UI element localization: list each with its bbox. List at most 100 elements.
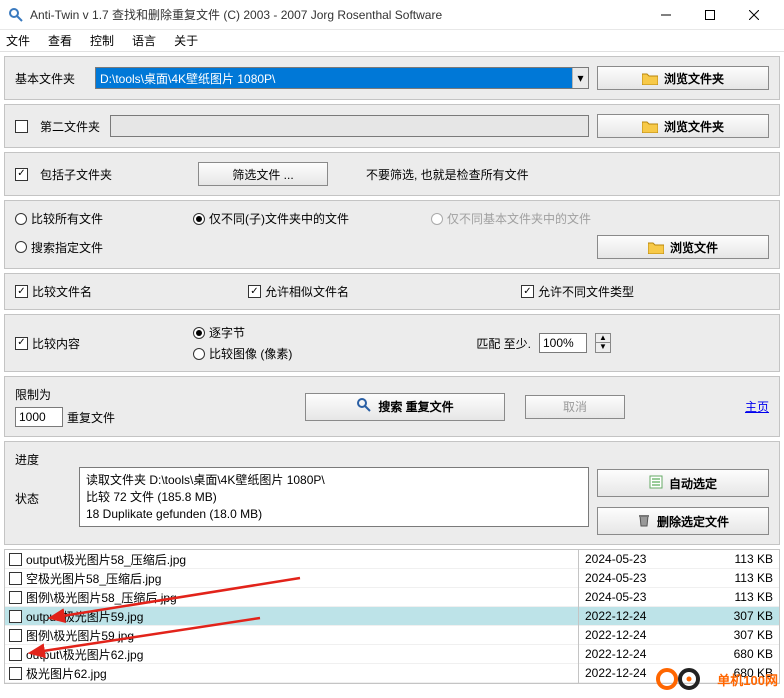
second-folder-input[interactable] xyxy=(110,115,589,137)
base-folder-label: 基本文件夹 xyxy=(15,70,87,87)
table-row[interactable]: 2022-12-24 307 KB xyxy=(579,607,779,626)
file-date: 2022-12-24 xyxy=(585,628,646,642)
include-sub-checkbox[interactable] xyxy=(15,168,28,181)
spin-down[interactable]: ▼ xyxy=(595,343,611,353)
compare-name-checkbox[interactable] xyxy=(15,285,28,298)
file-name: output\极光图片58_压缩后.jpg xyxy=(26,551,186,568)
radio-specify[interactable] xyxy=(15,241,27,253)
file-name: output\极光图片59.jpg xyxy=(26,608,143,625)
include-sub-label: 包括子文件夹 xyxy=(40,166,190,183)
section-subfolder: 包括子文件夹 筛选文件 ... 不要筛选, 也就是检查所有文件 xyxy=(4,152,780,196)
row-checkbox[interactable] xyxy=(9,648,22,661)
file-date: 2022-12-24 xyxy=(585,647,646,661)
delete-selected-button[interactable]: 删除选定文件 xyxy=(597,507,769,535)
radio-bybyte[interactable] xyxy=(193,327,205,339)
filter-files-button[interactable]: 筛选文件 ... xyxy=(198,162,328,186)
limit-input[interactable] xyxy=(15,407,63,427)
limit-label: 限制为 xyxy=(15,386,185,403)
watermark: 单机100网 xyxy=(655,664,778,694)
radio-byimg[interactable] xyxy=(193,348,205,360)
table-row[interactable]: 图例\极光图片59.jpg xyxy=(5,626,578,645)
row-checkbox[interactable] xyxy=(9,591,22,604)
close-button[interactable] xyxy=(732,1,776,29)
browse-file-button[interactable]: 浏览文件 xyxy=(597,235,769,259)
radio-sub-only[interactable] xyxy=(193,213,205,225)
table-row[interactable]: 图例\极光图片58_压缩后.jpg xyxy=(5,588,578,607)
section-status: 进度 状态 读取文件夹 D:\tools\桌面\4K壁纸图片 1080P\ 比较… xyxy=(4,441,780,545)
table-row[interactable]: 2024-05-23 113 KB xyxy=(579,550,779,569)
search-icon xyxy=(356,397,372,416)
window-title: Anti-Twin v 1.7 查找和删除重复文件 (C) 2003 - 200… xyxy=(30,6,644,23)
row-checkbox[interactable] xyxy=(9,667,22,680)
row-checkbox[interactable] xyxy=(9,572,22,585)
base-folder-combo[interactable]: D:\tools\桌面\4K壁纸图片 1080P\ ▾ xyxy=(95,67,589,89)
search-button[interactable]: 搜索 重复文件 xyxy=(305,393,505,421)
file-name: 图例\极光图片58_压缩后.jpg xyxy=(26,589,177,606)
folder-icon xyxy=(642,72,658,85)
row-checkbox[interactable] xyxy=(9,553,22,566)
second-folder-label: 第二文件夹 xyxy=(40,118,102,135)
table-row[interactable]: output\极光图片58_压缩后.jpg xyxy=(5,550,578,569)
table-row[interactable]: 极光图片62.jpg xyxy=(5,664,578,683)
file-date: 2024-05-23 xyxy=(585,552,646,566)
table-row[interactable]: 空极光图片58_压缩后.jpg xyxy=(5,569,578,588)
filter-note: 不要筛选, 也就是检查所有文件 xyxy=(366,166,529,183)
auto-select-button[interactable]: 自动选定 xyxy=(597,469,769,497)
file-name: 极光图片62.jpg xyxy=(26,665,107,682)
minimize-button[interactable] xyxy=(644,1,688,29)
menu-view[interactable]: 查看 xyxy=(48,32,72,49)
file-name: 图例\极光图片59.jpg xyxy=(26,627,134,644)
compare-content-checkbox[interactable] xyxy=(15,337,28,350)
app-icon xyxy=(8,7,24,23)
progress-label: 进度 xyxy=(15,451,71,468)
second-folder-checkbox[interactable] xyxy=(15,120,28,133)
browse-second-button[interactable]: 浏览文件夹 xyxy=(597,114,769,138)
similar-name-checkbox[interactable] xyxy=(248,285,261,298)
browse-base-button[interactable]: 浏览文件夹 xyxy=(597,66,769,90)
row-checkbox[interactable] xyxy=(9,610,22,623)
maximize-button[interactable] xyxy=(688,1,732,29)
trash-icon xyxy=(637,513,651,530)
file-size: 113 KB xyxy=(735,552,773,566)
file-name: output\极光图片62.jpg xyxy=(26,646,143,663)
file-date: 2022-12-24 xyxy=(585,666,646,680)
file-size: 113 KB xyxy=(735,590,773,604)
table-row[interactable]: output\极光图片59.jpg xyxy=(5,607,578,626)
table-row[interactable]: 2024-05-23113 KB xyxy=(579,569,779,588)
titlebar: Anti-Twin v 1.7 查找和删除重复文件 (C) 2003 - 200… xyxy=(0,0,784,30)
menu-file[interactable]: 文件 xyxy=(6,32,30,49)
table-row[interactable]: 2022-12-24 307 KB xyxy=(579,626,779,645)
section-base-folder: 基本文件夹 D:\tools\桌面\4K壁纸图片 1080P\ ▾ 浏览文件夹 xyxy=(4,56,780,100)
status-label: 状态 xyxy=(15,490,71,507)
row-checkbox[interactable] xyxy=(9,629,22,642)
file-size: 307 KB xyxy=(734,628,773,642)
radio-base-only xyxy=(431,213,443,225)
diff-type-checkbox[interactable] xyxy=(521,285,534,298)
file-date: 2024-05-23 xyxy=(585,590,646,604)
menu-about[interactable]: 关于 xyxy=(174,32,198,49)
table-row[interactable]: output\极光图片62.jpg xyxy=(5,645,578,664)
section-compare-name: 比较文件名 允许相似文件名 允许不同文件类型 xyxy=(4,273,780,310)
section-compare-scope: 比较所有文件 仅不同(子)文件夹中的文件 仅不同基本文件夹中的文件 搜索指定文件… xyxy=(4,200,780,269)
match-pct-input[interactable] xyxy=(539,333,587,353)
base-folder-path: D:\tools\桌面\4K壁纸图片 1080P\ xyxy=(100,70,275,87)
home-link[interactable]: 主页 xyxy=(745,398,769,415)
file-name: 空极光图片58_压缩后.jpg xyxy=(26,570,161,587)
section-compare-content: 比较内容 逐字节 比较图像 (像素) 匹配 至少. ▲ ▼ xyxy=(4,314,780,372)
cancel-button[interactable]: 取消 xyxy=(525,395,625,419)
table-row[interactable]: 2022-12-24680 KB xyxy=(579,645,779,664)
menu-control[interactable]: 控制 xyxy=(90,32,114,49)
file-date: 2024-05-23 xyxy=(585,571,646,585)
file-size: 307 KB xyxy=(734,609,773,623)
section-second-folder: 第二文件夹 浏览文件夹 xyxy=(4,104,780,148)
status-text: 读取文件夹 D:\tools\桌面\4K壁纸图片 1080P\ 比较 72 文件… xyxy=(79,467,589,527)
folder-icon xyxy=(642,120,658,133)
folder-icon xyxy=(648,241,664,254)
chevron-down-icon[interactable]: ▾ xyxy=(572,68,588,88)
section-search: 限制为 重复文件 搜索 重复文件 取消 主页 xyxy=(4,376,780,437)
menubar: 文件 查看 控制 语言 关于 xyxy=(0,30,784,52)
menu-language[interactable]: 语言 xyxy=(132,32,156,49)
table-row[interactable]: 2024-05-23 113 KB xyxy=(579,588,779,607)
radio-compare-all[interactable] xyxy=(15,213,27,225)
file-date: 2022-12-24 xyxy=(585,609,646,623)
